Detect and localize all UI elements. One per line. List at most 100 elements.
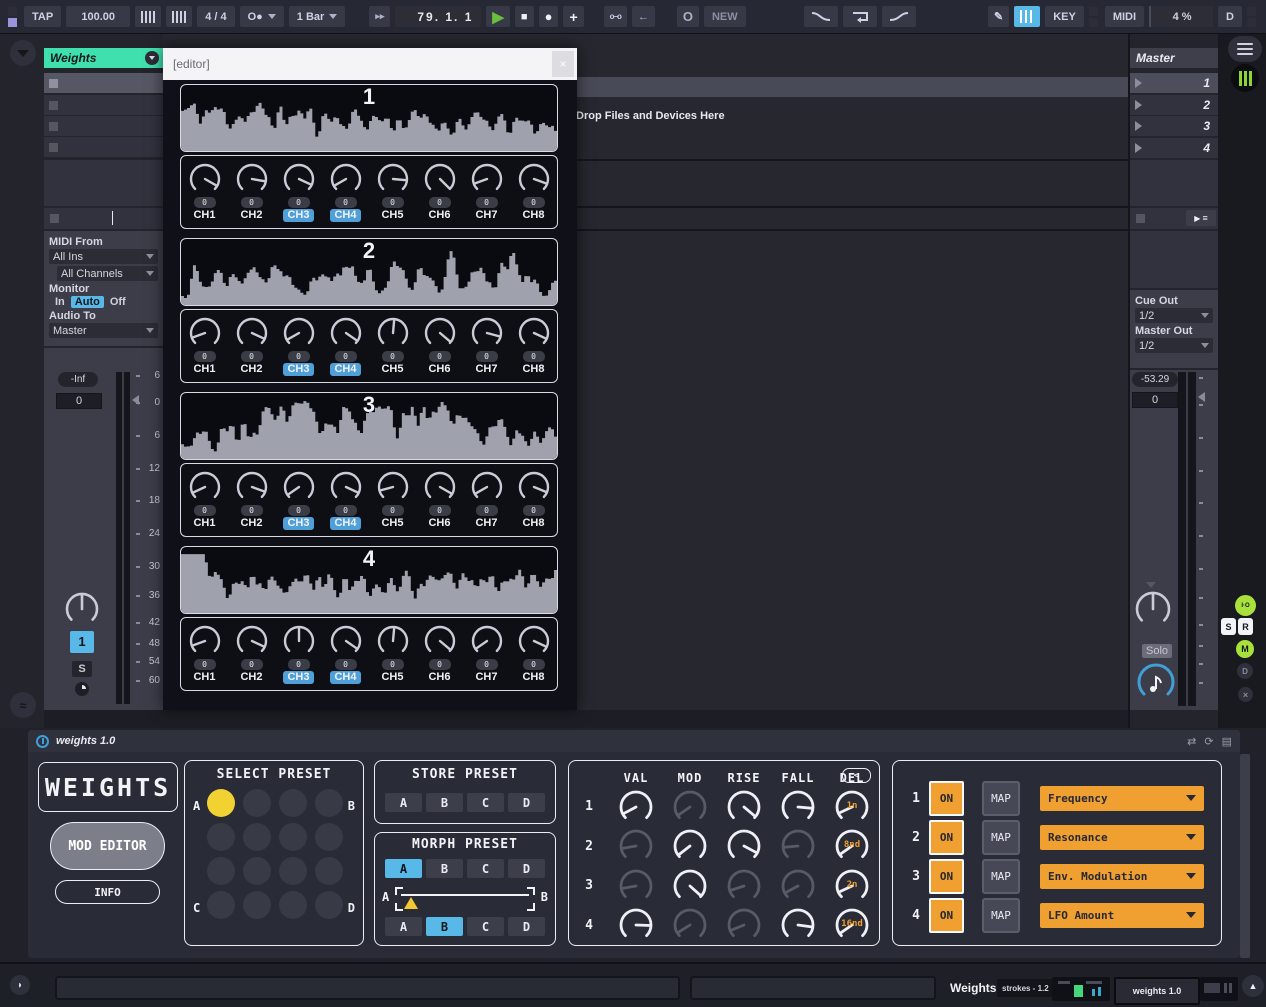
scene-play-icon[interactable] — [1135, 78, 1142, 88]
quantization-menu[interactable]: 1 Bar — [289, 6, 346, 27]
channel-knob[interactable] — [470, 316, 504, 350]
channel-label[interactable]: CH3 — [283, 671, 313, 684]
channel-knob[interactable] — [517, 624, 551, 658]
channel-knob[interactable] — [329, 162, 363, 196]
track-fold-icon[interactable] — [145, 51, 159, 65]
channel-label[interactable]: CH2 — [240, 671, 262, 684]
on-button[interactable]: ON — [929, 820, 964, 855]
scene-play-icon[interactable] — [1135, 121, 1142, 131]
channel-knob[interactable] — [470, 470, 504, 504]
target-select[interactable]: Resonance — [1040, 825, 1204, 850]
master-pan-knob[interactable] — [1134, 590, 1172, 633]
pan-knob[interactable] — [64, 591, 100, 632]
preset-button-b[interactable]: B — [426, 793, 463, 812]
scene-row[interactable]: 3 — [1130, 116, 1218, 136]
map-button[interactable]: MAP — [982, 898, 1020, 933]
channel-label[interactable]: CH5 — [381, 671, 403, 684]
channel-knob[interactable] — [517, 162, 551, 196]
delay-knob[interactable]: 1n — [834, 789, 870, 825]
channel-label[interactable]: CH7 — [475, 209, 497, 222]
scene-row[interactable]: 4 — [1130, 138, 1218, 158]
channel-label[interactable]: CH1 — [193, 209, 215, 222]
matrix-knob[interactable] — [780, 868, 816, 904]
matrix-knob[interactable] — [780, 907, 816, 943]
master-out-select[interactable]: 1/2 — [1135, 338, 1213, 353]
channel-knob[interactable] — [235, 316, 269, 350]
preset-pad[interactable] — [207, 891, 235, 919]
master-meter[interactable] — [1178, 372, 1186, 706]
knob-value[interactable]: 0 — [523, 351, 545, 362]
matrix-knob[interactable] — [726, 907, 762, 943]
save-preset-icon[interactable]: ▤ — [1222, 735, 1232, 748]
knob-value[interactable]: 0 — [476, 351, 498, 362]
io-toggle[interactable]: I·O — [1235, 595, 1256, 616]
stop-clip-button[interactable] — [1136, 214, 1145, 223]
channel-knob[interactable] — [329, 470, 363, 504]
on-button[interactable]: ON — [929, 781, 964, 816]
nudge-down-button[interactable] — [135, 6, 161, 27]
preset-pad[interactable] — [279, 789, 307, 817]
knob-value[interactable]: 0 — [194, 351, 216, 362]
matrix-knob[interactable] — [618, 789, 654, 825]
on-button[interactable]: ON — [929, 898, 964, 933]
clip-stop-button[interactable] — [50, 214, 59, 223]
matrix-knob[interactable] — [618, 828, 654, 864]
preset-button-a[interactable]: A — [385, 859, 422, 878]
preset-pad[interactable] — [315, 823, 343, 851]
knob-value[interactable]: 0 — [194, 505, 216, 516]
knob-value[interactable]: 0 — [429, 351, 451, 362]
matrix-knob[interactable] — [726, 789, 762, 825]
knob-value[interactable]: 0 — [241, 351, 263, 362]
knob-value[interactable]: 0 — [476, 659, 498, 670]
channel-knob[interactable] — [282, 316, 316, 350]
knob-value[interactable]: 0 — [523, 197, 545, 208]
clip-stop-row[interactable] — [44, 208, 163, 229]
record-button[interactable]: ● — [539, 6, 559, 27]
track-header[interactable]: Weights — [44, 48, 163, 68]
track-meter[interactable] — [124, 372, 130, 704]
matrix-knob[interactable] — [618, 868, 654, 904]
preset-button-a[interactable]: A — [385, 793, 422, 812]
scene-row[interactable]: 2 — [1130, 95, 1218, 115]
device-titlebar[interactable]: weights 1.0 ⇄ ⟳ ▤ — [28, 730, 1240, 752]
stop-button[interactable]: ■ — [515, 6, 534, 27]
midi-map-button[interactable]: MIDI — [1105, 6, 1144, 27]
map-button[interactable]: MAP — [982, 781, 1020, 816]
channel-knob[interactable] — [376, 316, 410, 350]
knob-value[interactable]: 0 — [382, 197, 404, 208]
scene-play-icon[interactable] — [1135, 143, 1142, 153]
channel-label[interactable]: CH2 — [240, 209, 262, 222]
knob-value[interactable]: 0 — [288, 197, 310, 208]
preset-button-d[interactable]: D — [508, 793, 545, 812]
channel-knob[interactable] — [188, 470, 222, 504]
knob-value[interactable]: 0 — [382, 505, 404, 516]
channel-knob[interactable] — [282, 470, 316, 504]
matrix-knob[interactable] — [618, 907, 654, 943]
channel-knob[interactable] — [517, 470, 551, 504]
knob-value[interactable]: 0 — [194, 197, 216, 208]
channel-label[interactable]: CH6 — [428, 363, 450, 376]
knob-value[interactable]: 0 — [335, 659, 357, 670]
knob-value[interactable]: 0 — [382, 659, 404, 670]
monitor-off-button[interactable]: Off — [110, 296, 126, 308]
preset-pad[interactable] — [279, 891, 307, 919]
punch-in-button[interactable] — [804, 6, 838, 27]
channel-label[interactable]: CH5 — [381, 517, 403, 530]
midi-from-select[interactable]: All Ins — [49, 249, 158, 264]
preset-button-c[interactable]: C — [467, 859, 504, 878]
reload-icon[interactable]: ⟳ — [1204, 735, 1213, 748]
master-header[interactable]: Master — [1130, 48, 1218, 68]
track-volume-value[interactable]: -Inf — [58, 372, 98, 387]
channel-knob[interactable] — [423, 624, 457, 658]
channel-knob[interactable] — [376, 624, 410, 658]
channel-label[interactable]: CH6 — [428, 671, 450, 684]
solo-button[interactable]: S — [72, 661, 92, 677]
channel-knob[interactable] — [470, 624, 504, 658]
knob-value[interactable]: 0 — [429, 505, 451, 516]
mod-editor-button[interactable]: MOD EDITOR — [50, 822, 165, 870]
preset-pad[interactable] — [207, 789, 235, 817]
channel-label[interactable]: CH4 — [330, 671, 360, 684]
morph-slider[interactable] — [401, 894, 529, 896]
channel-label[interactable]: CH5 — [381, 363, 403, 376]
channel-label[interactable]: CH1 — [193, 517, 215, 530]
